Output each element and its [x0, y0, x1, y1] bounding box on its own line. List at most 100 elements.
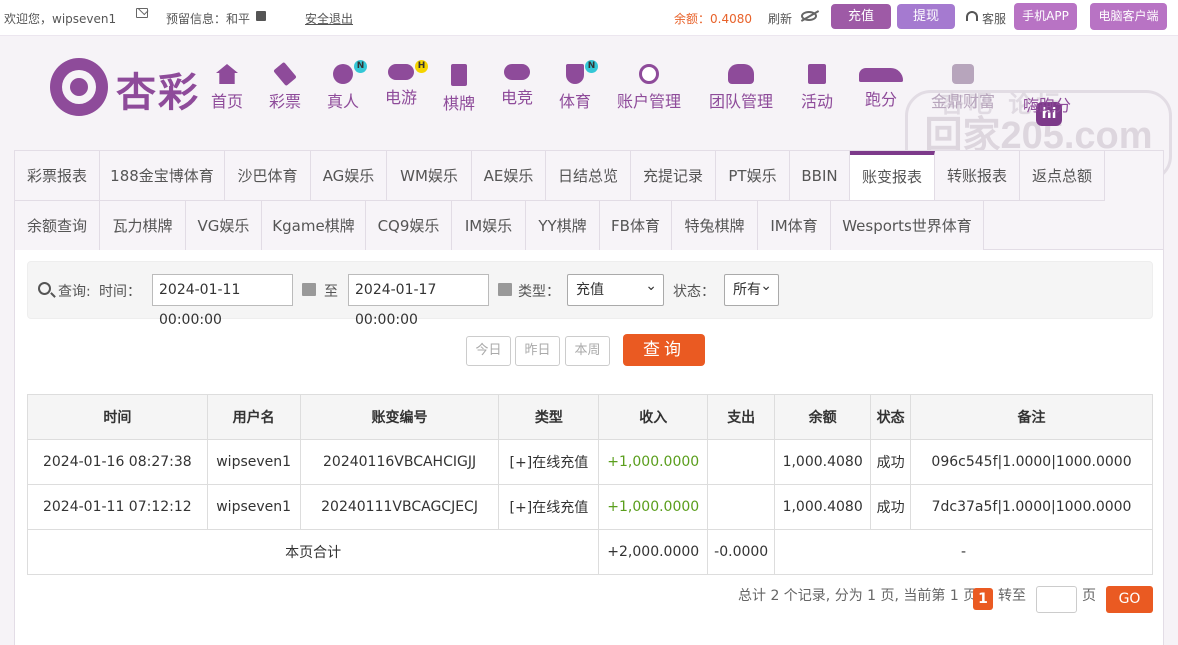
- cell-status: 成功: [870, 484, 912, 530]
- hide-balance-icon[interactable]: [801, 11, 817, 21]
- current-page[interactable]: 1: [973, 588, 993, 610]
- tab-wali[interactable]: 瓦力棋牌: [100, 201, 186, 251]
- nav-team[interactable]: 团队管理: [709, 64, 773, 112]
- cell-time: 2024-01-11 07:12:12: [27, 484, 208, 530]
- report-tabs: 彩票报表 188金宝博体育 沙巴体育 AG娱乐 WM娱乐 AE娱乐 日结总览 充…: [14, 150, 1164, 251]
- nav-hi-paofen[interactable]: 嗨跑分: [1023, 92, 1071, 116]
- recharge-button[interactable]: 充值: [831, 4, 891, 29]
- column-header: 类型: [498, 394, 600, 440]
- tab-yy[interactable]: YY棋牌: [526, 201, 600, 251]
- refresh-link[interactable]: 刷新: [768, 10, 792, 27]
- start-time-input[interactable]: 2024-01-11 00:00:00: [152, 274, 293, 328]
- tab-deposit-withdraw[interactable]: 充提记录: [631, 151, 716, 201]
- nav-account[interactable]: 账户管理: [617, 64, 681, 112]
- nav-sports[interactable]: N 体育: [559, 60, 598, 112]
- calendar-icon[interactable]: [498, 283, 512, 296]
- cell-remark: 7dc37a5f|1.0000|1000.0000: [910, 484, 1153, 530]
- end-time-input[interactable]: 2024-01-17 00:00:00: [348, 274, 489, 328]
- cell-balance: 1,000.4080: [774, 484, 872, 530]
- pc-client-button[interactable]: 电脑客户端: [1090, 3, 1167, 30]
- tab-cq9[interactable]: CQ9娱乐: [366, 201, 452, 251]
- reserve-info: 预留信息：和平: [166, 12, 251, 26]
- yesterday-button[interactable]: 昨日: [515, 336, 560, 366]
- nav-promotions[interactable]: 活动: [801, 64, 833, 112]
- tab-188bet[interactable]: 188金宝博体育: [100, 151, 225, 201]
- lottery-icon: [273, 61, 297, 87]
- query-button[interactable]: 查询: [623, 334, 705, 366]
- nav-live[interactable]: N 真人: [327, 60, 367, 112]
- cell-username: wipseven1: [206, 439, 301, 485]
- type-select[interactable]: 充值: [567, 271, 664, 306]
- tab-balance-query[interactable]: 余额查询: [15, 201, 100, 251]
- car-icon: [859, 68, 903, 82]
- account-icon: [639, 64, 659, 84]
- column-header: 支出: [707, 394, 776, 440]
- tab-account-change[interactable]: 账变报表: [850, 151, 935, 201]
- tab-im-sports[interactable]: IM体育: [758, 201, 831, 251]
- cards-icon: [451, 64, 467, 86]
- column-header: 时间: [27, 394, 208, 440]
- nav-wealth[interactable]: 金鼎财富: [931, 64, 995, 112]
- tab-bbin[interactable]: BBIN: [790, 151, 850, 201]
- tab-lottery-report[interactable]: 彩票报表: [15, 151, 100, 201]
- page-unit-label: 页: [1082, 588, 1096, 604]
- this-week-button[interactable]: 本周: [565, 336, 610, 366]
- subtotal-income: +2,000.0000: [598, 529, 709, 575]
- cell-income: +1,000.0000: [598, 484, 709, 530]
- logo-icon[interactable]: [50, 58, 108, 116]
- tab-wm[interactable]: WM娱乐: [387, 151, 472, 201]
- calendar-icon[interactable]: [302, 283, 316, 296]
- column-header: 余额: [774, 394, 872, 440]
- mail-icon[interactable]: [136, 8, 148, 18]
- search-form: 查询: 时间： 2024-01-11 00:00:00 至 2024-01-17…: [27, 261, 1153, 328]
- table-header-row: 时间 用户名 账变编号 类型 收入 支出 余额 状态 备注: [27, 394, 1153, 440]
- edit-icon[interactable]: [256, 11, 266, 21]
- nav-chess[interactable]: 棋牌: [443, 64, 475, 114]
- cell-remark: 096c545f|1.0000|1000.0000: [910, 439, 1153, 485]
- tab-kgame[interactable]: Kgame棋牌: [262, 201, 366, 251]
- mobile-app-button[interactable]: 手机APP: [1014, 3, 1077, 30]
- tab-ae[interactable]: AE娱乐: [472, 151, 546, 201]
- tab-vg[interactable]: VG娱乐: [186, 201, 262, 251]
- logo-text[interactable]: 杏彩: [116, 60, 200, 118]
- withdraw-button[interactable]: 提现: [897, 4, 955, 29]
- cell-time: 2024-01-16 08:27:38: [27, 439, 208, 485]
- tab-wesports[interactable]: Wesports世界体育: [831, 201, 984, 251]
- team-icon: [728, 64, 754, 84]
- new-badge: N: [354, 60, 367, 73]
- nav-home[interactable]: 首页: [211, 64, 243, 112]
- today-button[interactable]: 今日: [466, 336, 511, 366]
- tab-im[interactable]: IM娱乐: [452, 201, 526, 251]
- nav-esports[interactable]: 电竞: [501, 64, 533, 108]
- table-row: 2024-01-16 08:27:38 wipseven1 20240116VB…: [27, 439, 1153, 485]
- logout-link[interactable]: 安全退出: [305, 10, 353, 27]
- main-header: 杏彩 首页 彩票 N 真人 H 电游 棋牌 电竞 N 体育 账户管理 团队管理 …: [0, 36, 1178, 182]
- column-header: 收入: [598, 394, 709, 440]
- to-label: 至: [324, 284, 338, 300]
- tab-saba[interactable]: 沙巴体育: [225, 151, 311, 201]
- cell-username: wipseven1: [206, 484, 301, 530]
- status-select[interactable]: 所有: [724, 271, 779, 306]
- cell-expense: [707, 484, 776, 530]
- tab-daily-overview[interactable]: 日结总览: [546, 151, 631, 201]
- nav-slots[interactable]: H 电游: [385, 60, 428, 108]
- go-button[interactable]: GO: [1106, 586, 1153, 613]
- page-number-input[interactable]: [1036, 586, 1077, 613]
- cell-change-id: 20240111VBCAGCJECJ: [299, 484, 500, 530]
- nav-paofen[interactable]: 跑分: [859, 64, 903, 110]
- tab-fb[interactable]: FB体育: [600, 201, 672, 251]
- report-panel: 查询: 时间： 2024-01-11 00:00:00 至 2024-01-17…: [14, 250, 1164, 645]
- gift-icon: [808, 64, 826, 84]
- nav-lottery[interactable]: 彩票: [269, 61, 301, 112]
- tab-tetu[interactable]: 特兔棋牌: [672, 201, 758, 251]
- search-icon: [38, 282, 51, 295]
- tab-ag[interactable]: AG娱乐: [311, 151, 387, 201]
- tab-rebate-total[interactable]: 返点总额: [1020, 151, 1105, 201]
- cell-status: 成功: [870, 439, 912, 485]
- tab-transfer-report[interactable]: 转账报表: [935, 151, 1020, 201]
- cell-type: [+]在线充值: [498, 484, 600, 530]
- subtotal-rest: -: [774, 529, 1153, 575]
- customer-service-link[interactable]: 客服: [982, 10, 1006, 27]
- new-badge: N: [585, 60, 598, 73]
- tab-pt[interactable]: PT娱乐: [716, 151, 790, 201]
